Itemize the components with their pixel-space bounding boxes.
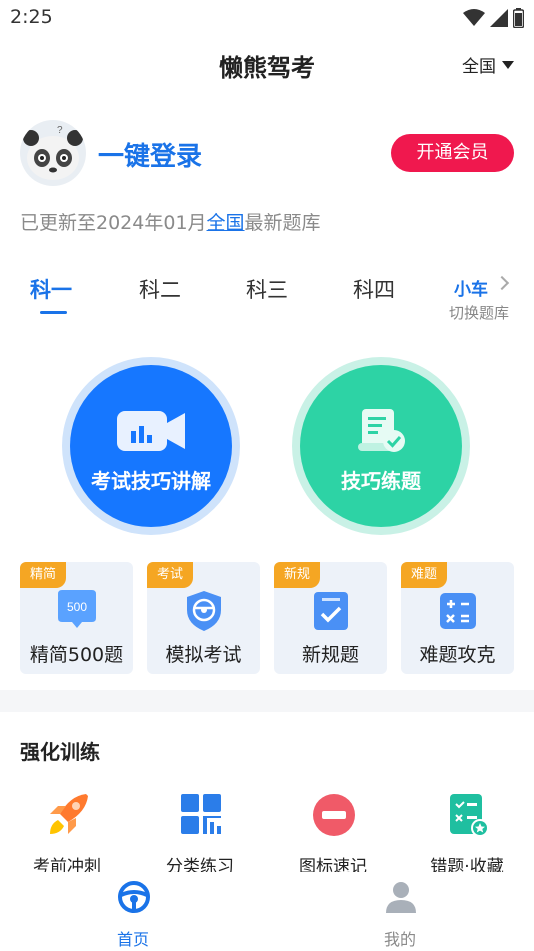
nav-home[interactable]: 首页 [73,878,193,949]
caret-down-icon [502,60,514,69]
status-icons [463,6,524,30]
nav-mine-label: 我的 [383,930,416,949]
chat-500-icon: 500 [58,590,96,628]
card-hard-questions[interactable]: 难题 难题攻克 [401,562,514,674]
steering-wheel-icon [118,881,150,913]
list-star-icon [450,794,489,837]
tips-practice-button[interactable]: 技巧练题 [292,357,470,535]
grid-chart-icon [181,794,221,834]
nav-home-label: 首页 [116,930,149,949]
card-badge-text: 500 [67,600,87,614]
no-entry-icon [313,794,355,836]
card-tag: 考试 [147,562,194,588]
car-type-selector[interactable]: 小车 [454,275,488,300]
update-region-link[interactable]: 全国 [207,212,245,234]
update-prefix: 已更新至2024年01月 [20,212,207,234]
app-header: 懒熊驾考 全国 [0,40,534,90]
panda-avatar-icon: ? [23,125,83,180]
training-wrong-favorites[interactable]: 错题·收藏 [402,792,532,882]
tips-practice-label: 技巧练题 [341,469,421,493]
update-suffix: 最新题库 [244,212,321,234]
card-tag: 新规 [274,562,321,588]
calculator-icon [440,593,476,629]
checklist-icon [314,592,348,630]
vip-button[interactable]: 开通会员 [391,134,514,172]
tab-subject-3[interactable]: 科三 [246,274,288,304]
card-label: 精简500题 [29,644,124,666]
tab-subject-1[interactable]: 科一 [30,274,72,304]
shield-steering-icon [187,591,221,631]
app-title: 懒熊驾考 [219,54,315,82]
status-bar: 2:25 [0,0,534,36]
nav-mine[interactable]: 我的 [340,878,460,949]
exam-tips-label: 考试技巧讲解 [91,469,211,493]
video-camera-icon [117,411,185,451]
chevron-right-icon [494,275,510,291]
card-tag: 精简 [20,562,67,588]
training-category[interactable]: 分类练习 [135,792,265,882]
status-time: 2:25 [10,6,53,28]
card-label: 新规题 [301,644,359,666]
switch-question-bank[interactable]: 切换题库 [449,302,509,323]
training-signs[interactable]: 图标速记 [268,792,398,882]
login-button[interactable]: 一键登录 [98,136,202,173]
update-info: 已更新至2024年01月全国最新题库 [20,208,321,235]
region-dropdown[interactable]: 全国 [462,52,514,77]
training-section-title: 强化训练 [20,740,100,764]
exam-tips-button[interactable]: 考试技巧讲解 [62,357,240,535]
avatar[interactable]: ? [20,120,86,186]
tab-subject-2[interactable]: 科二 [139,274,181,304]
bottom-nav: 首页 我的 [0,872,534,951]
svg-text:?: ? [57,125,63,136]
region-label: 全国 [462,57,496,77]
signal-icon [490,9,508,27]
card-label: 模拟考试 [165,644,242,666]
card-label: 难题攻克 [419,644,496,666]
card-new-rules[interactable]: 新规 新规题 [274,562,387,674]
card-tag: 难题 [401,562,448,588]
tab-subject-4[interactable]: 科四 [353,274,395,304]
active-tab-indicator [40,311,67,314]
section-divider [0,690,534,712]
card-concise-500[interactable]: 精简 500 精简500题 [20,562,133,674]
battery-icon [513,8,524,28]
training-sprint[interactable]: 考前冲刺 [2,792,132,882]
rocket-icon [50,794,88,834]
wifi-icon [463,9,485,26]
card-mock-exam[interactable]: 考试 模拟考试 [147,562,260,674]
user-icon [386,882,416,913]
scroll-check-icon [358,409,405,452]
